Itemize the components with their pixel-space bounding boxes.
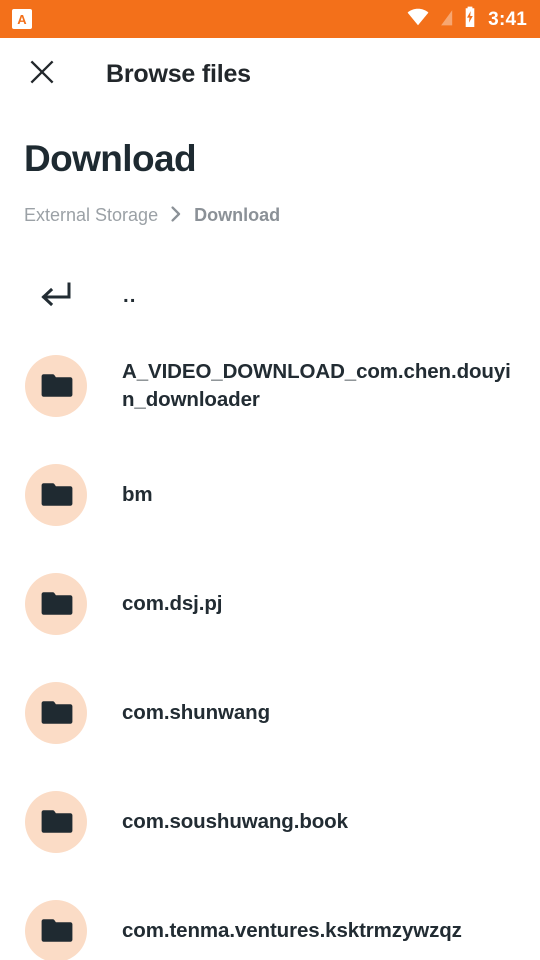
file-name: com.soushuwang.book [122, 810, 348, 834]
file-name: com.dsj.pj [122, 592, 223, 616]
parent-directory-label: .. [123, 283, 137, 307]
folder-icon-slot [25, 682, 87, 745]
folder-icon [25, 791, 87, 854]
app-a-icon: A [12, 9, 32, 29]
chevron-right-icon [171, 206, 181, 225]
folder-icon [25, 900, 87, 960]
file-row[interactable]: com.shunwang [0, 659, 540, 768]
status-bar-system-icons: 3:41 [407, 6, 527, 33]
breadcrumb-item-download[interactable]: Download [194, 205, 280, 226]
close-icon [29, 59, 55, 90]
wifi-icon [407, 8, 429, 31]
folder-icon [25, 682, 87, 745]
folder-icon-slot [25, 355, 87, 418]
page-header: Download External Storage Download [0, 110, 540, 226]
return-arrow-icon [34, 275, 76, 317]
file-row[interactable]: com.dsj.pj [0, 550, 540, 659]
status-bar: A 3:41 [0, 0, 540, 38]
file-name: A_VIDEO_DOWNLOAD_com.chen.douyin_downloa… [122, 360, 511, 412]
folder-icon-slot [25, 464, 87, 527]
file-name: com.tenma.ventures.ksktrmzywzqz [122, 919, 462, 943]
file-name: bm [122, 483, 153, 507]
app-a-icon-letter: A [17, 11, 27, 27]
file-row[interactable]: A_VIDEO_DOWNLOAD_com.chen.douyin_downloa… [0, 332, 540, 441]
file-row[interactable]: bm [0, 441, 540, 550]
folder-icon-slot [25, 791, 87, 854]
app-bar: Browse files [0, 38, 540, 110]
mobile-signal-off-icon [438, 6, 454, 32]
folder-icon [25, 355, 87, 418]
parent-directory-row[interactable]: .. [0, 260, 540, 332]
file-row[interactable]: com.soushuwang.book [0, 768, 540, 877]
battery-charging-icon [463, 6, 477, 33]
app-bar-title: Browse files [106, 59, 251, 88]
breadcrumb: External Storage Download [24, 205, 516, 226]
file-name: com.shunwang [122, 701, 271, 725]
page-title: Download [24, 138, 197, 179]
breadcrumb-item-external-storage[interactable]: External Storage [24, 205, 158, 226]
file-row[interactable]: com.tenma.ventures.ksktrmzywzqz [0, 877, 540, 960]
folder-icon [25, 573, 87, 636]
file-list: .. A_VIDEO_DOWNLOAD_com.chen.douyin_down… [0, 260, 540, 960]
close-button[interactable] [22, 54, 62, 94]
status-bar-clock: 3:41 [488, 8, 527, 30]
folder-icon-slot [25, 900, 87, 960]
folder-icon [25, 464, 87, 527]
status-bar-notifications: A [12, 9, 32, 29]
folder-icon-slot [25, 573, 87, 636]
